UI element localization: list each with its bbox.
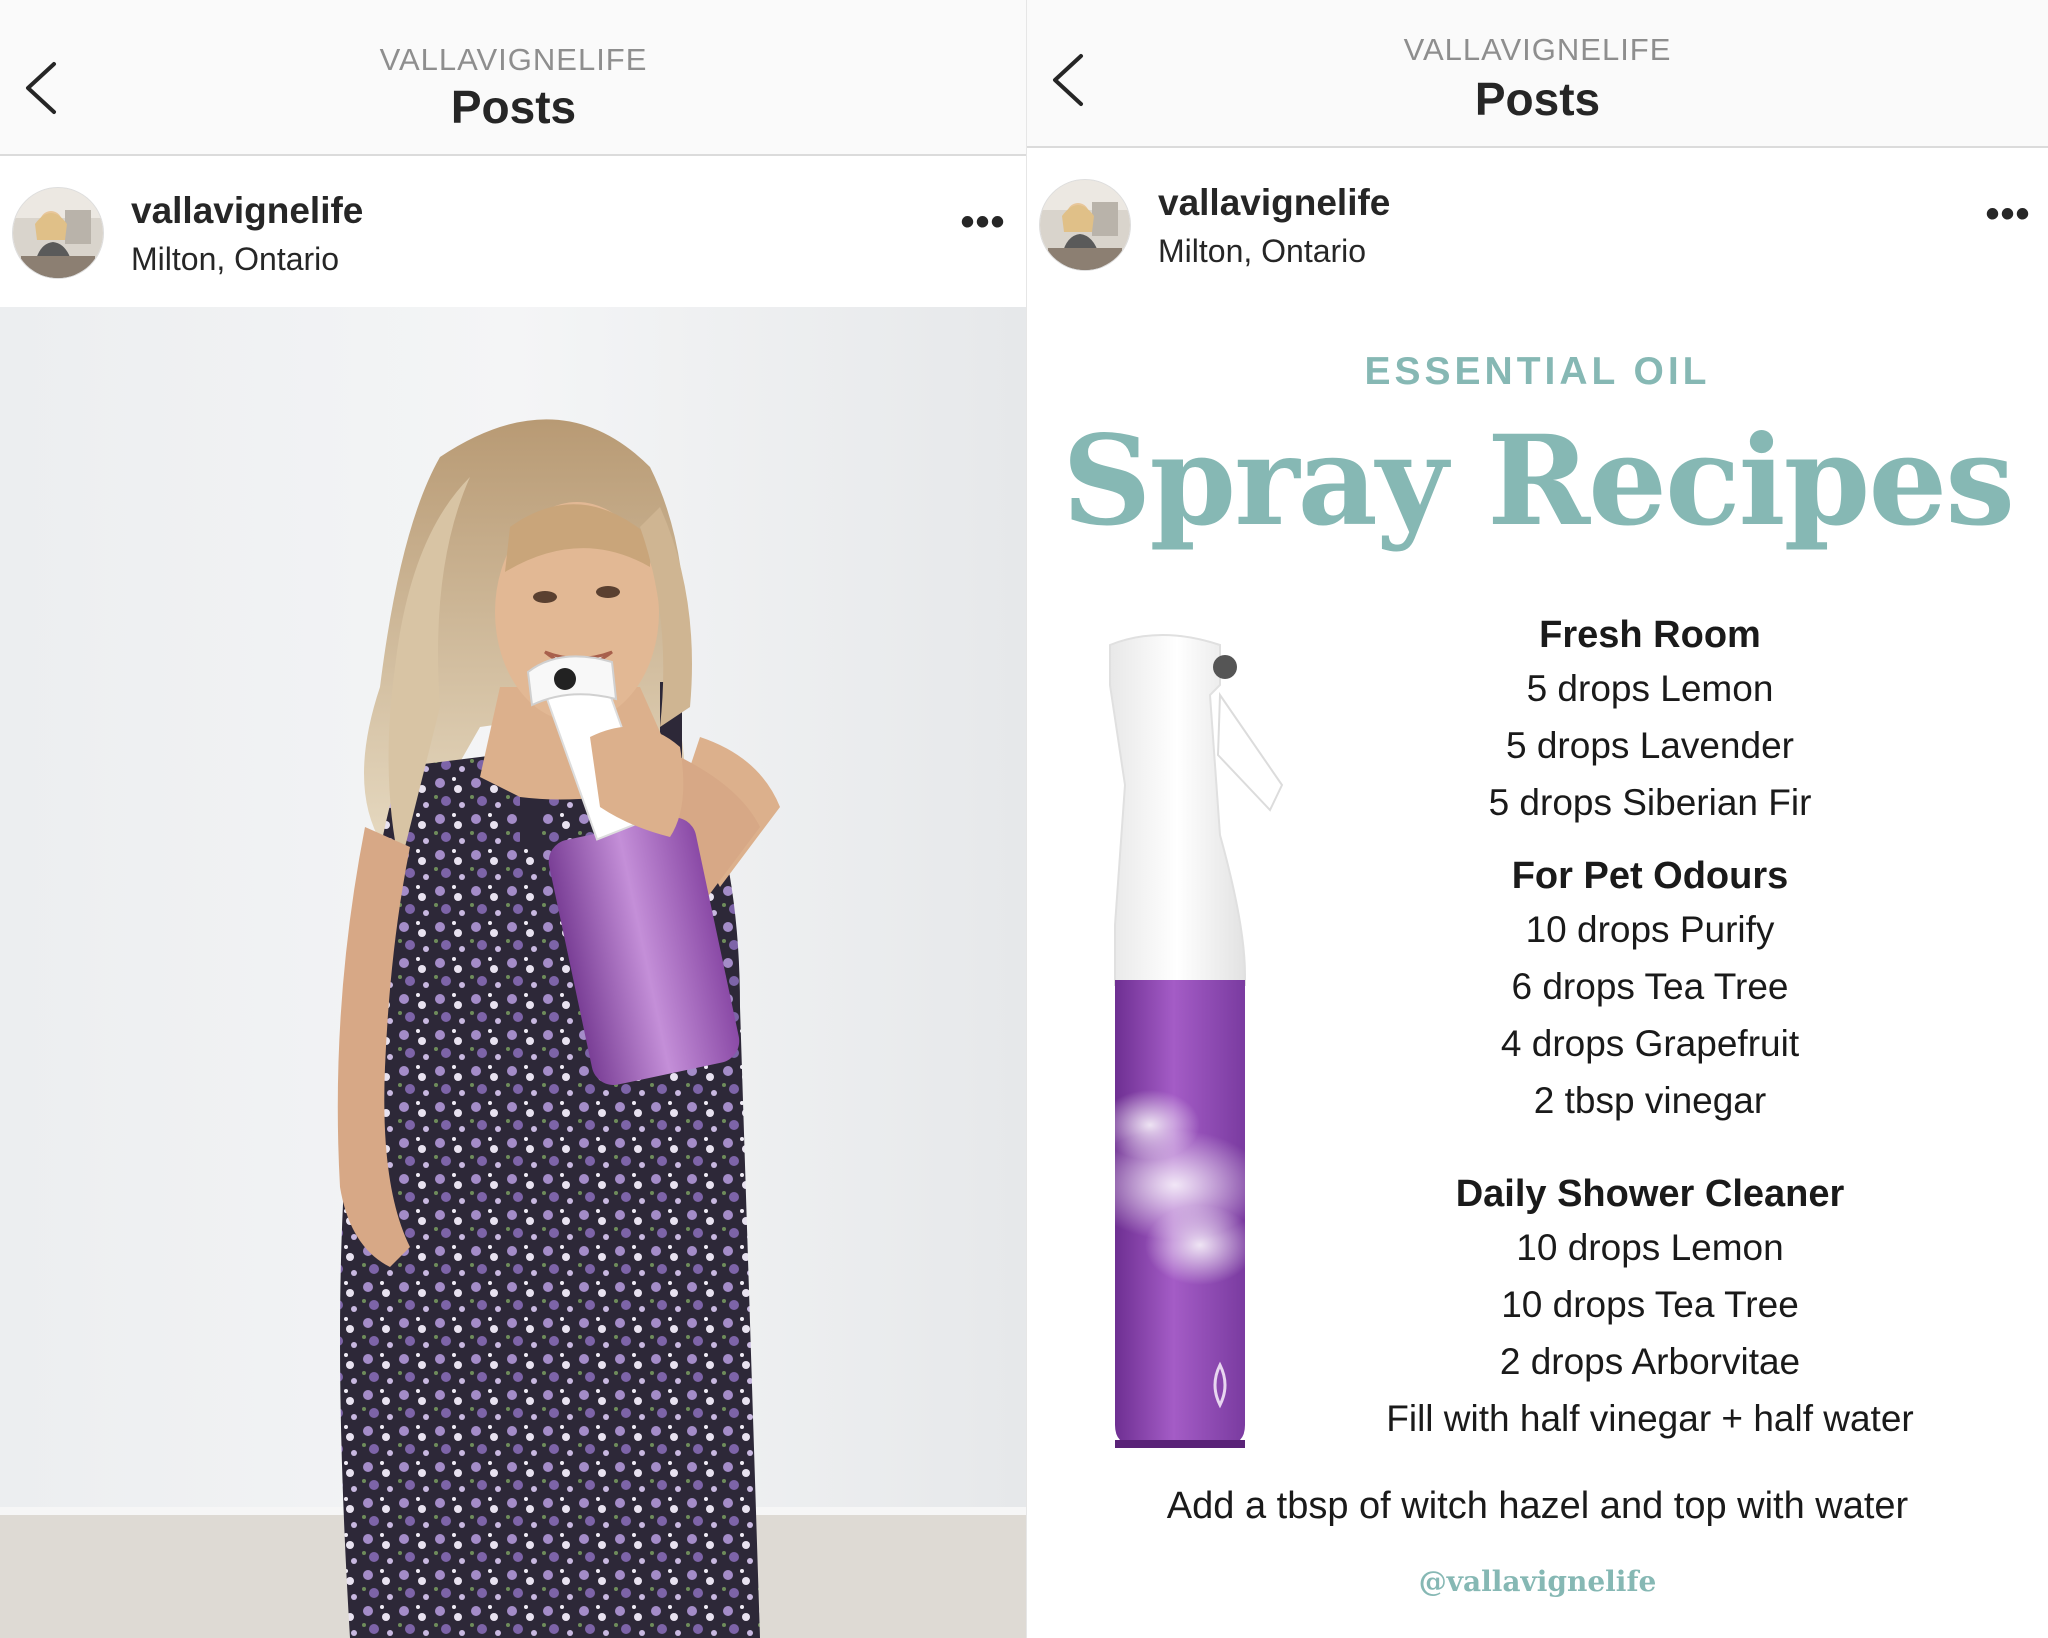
recipe-line: 4 drops Grapefruit [1500, 1023, 1800, 1064]
nav-bar: VALLAVIGNELIFE Posts [1027, 0, 2048, 148]
post-header: vallavignelife Milton, Ontario ••• [0, 157, 1027, 307]
post-location[interactable]: Milton, Ontario [131, 241, 339, 278]
nav-title: Posts [450, 81, 577, 133]
nav-bar: VALLAVIGNELIFE Posts [0, 0, 1027, 156]
recipe-line: 5 drops Lavender [1506, 725, 1794, 766]
post-header: vallavignelife Milton, Ontario ••• [1027, 149, 2048, 299]
post-location[interactable]: Milton, Ontario [1158, 233, 1366, 270]
post-photo[interactable] [0, 307, 1027, 1638]
recipe-card-handle: @vallavignelife [1418, 1565, 1657, 1598]
recipe-line: 5 drops Lemon [1526, 668, 1774, 709]
spray-bottle-illustration [1070, 625, 1310, 1460]
avatar[interactable] [1039, 179, 1131, 271]
woman-spray-photo [0, 307, 1027, 1638]
post-username[interactable]: vallavignelife [1158, 182, 1390, 224]
more-options-button[interactable]: ••• [1978, 194, 2038, 239]
nav-title: Posts [1474, 73, 1601, 125]
recipe-block: For Pet Odours 10 drops Purify 6 drops T… [1320, 851, 1980, 1129]
recipe-card-footer: Add a tbsp of witch hazel and top with w… [1166, 1485, 1909, 1527]
more-options-button[interactable]: ••• [953, 202, 1013, 247]
recipe-line: 10 drops Purify [1525, 909, 1775, 950]
nav-account-name: VALLAVIGNELIFE [379, 42, 648, 77]
recipe-line: 5 drops Siberian Fir [1488, 782, 1812, 823]
recipe-line: 2 drops Arborvitae [1499, 1341, 1801, 1382]
recipe-card-kicker: ESSENTIAL OIL [1364, 350, 1711, 393]
avatar[interactable] [12, 187, 104, 279]
recipe-card-title: Spray Recipes [1061, 409, 2015, 554]
nav-account-name: VALLAVIGNELIFE [1403, 32, 1672, 67]
recipe-line: 10 drops Lemon [1516, 1227, 1784, 1268]
post-username[interactable]: vallavignelife [131, 190, 363, 232]
recipe-title: For Pet Odours [1511, 855, 1789, 897]
left-post-screen: VALLAVIGNELIFE Posts vallavignelife Milt… [0, 0, 1027, 1638]
recipe-line: Fill with half vinegar + half water [1386, 1398, 1914, 1439]
recipe-title: Fresh Room [1539, 614, 1761, 656]
recipe-block: Daily Shower Cleaner 10 drops Lemon 10 d… [1320, 1169, 1980, 1447]
recipe-title: Daily Shower Cleaner [1455, 1173, 1845, 1215]
recipe-block: Fresh Room 5 drops Lemon 5 drops Lavende… [1320, 610, 1980, 831]
recipe-line: 10 drops Tea Tree [1501, 1284, 1799, 1325]
recipe-line: 6 drops Tea Tree [1511, 966, 1789, 1007]
recipe-list: Fresh Room 5 drops Lemon 5 drops Lavende… [1320, 610, 1980, 1467]
recipe-line: 2 tbsp vinegar [1533, 1080, 1767, 1121]
